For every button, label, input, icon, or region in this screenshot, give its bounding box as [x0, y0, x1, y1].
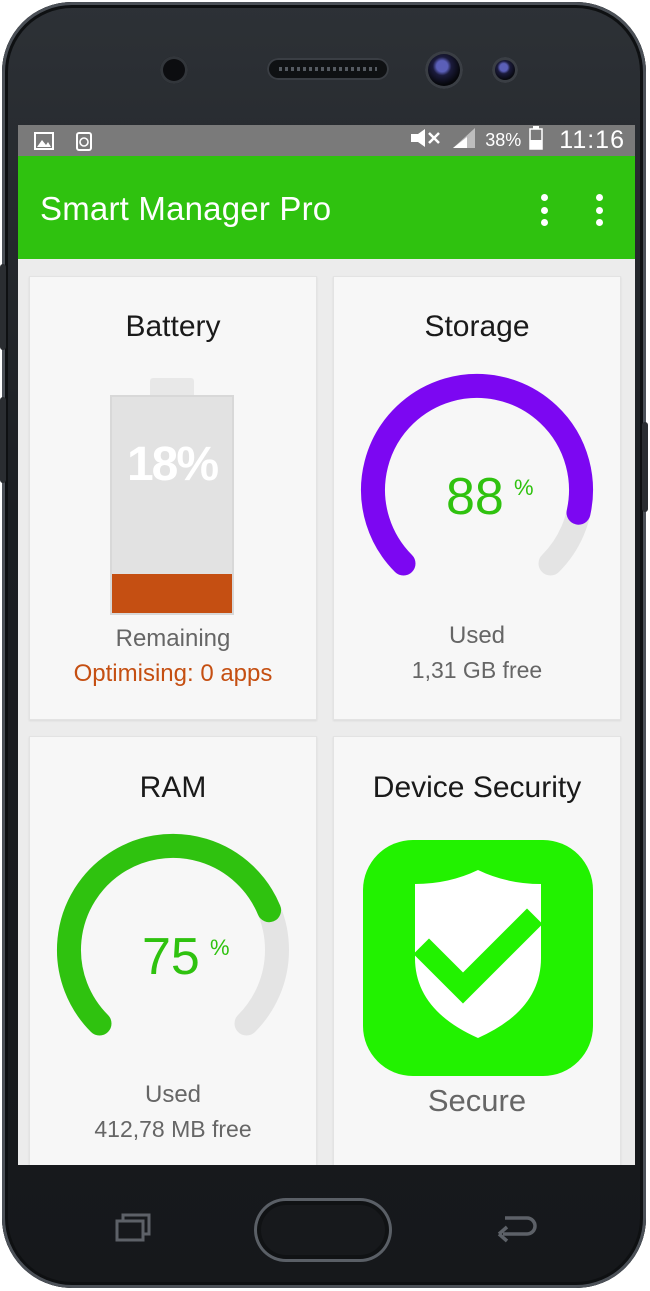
storage-value: 88 — [446, 468, 504, 526]
status-bar: 38% 11:16 — [18, 125, 635, 156]
overflow-menu-icon[interactable] — [534, 192, 554, 228]
storage-unit: % — [514, 475, 534, 500]
card-title: Battery — [125, 310, 221, 343]
mute-icon — [409, 127, 443, 154]
ram-unit: % — [210, 935, 230, 960]
recent-apps-icon[interactable] — [114, 1212, 152, 1247]
screen: 38% 11:16 Smart Manager Pro Battery 18% … — [18, 125, 635, 1165]
battery-graphic: 18% — [110, 395, 234, 615]
proximity-sensor — [160, 56, 188, 84]
overflow-menu-icon[interactable] — [589, 192, 609, 228]
battery-icon — [529, 126, 544, 155]
card-title: Device Security — [372, 771, 582, 804]
battery-level-fill — [112, 574, 232, 613]
battery-percent: 38% — [485, 130, 522, 150]
storage-free: 1,31 GB free — [411, 657, 543, 683]
battery-card[interactable]: Battery 18% Remaining Optimising: 0 apps — [29, 276, 317, 720]
shield-check-icon — [363, 840, 593, 1076]
ram-card[interactable]: RAM 75 % Used 412,78 MB free — [29, 736, 317, 1165]
power-button — [642, 422, 648, 512]
app-bar: Smart Manager Pro — [18, 156, 635, 259]
device-security-card[interactable]: Device Security Secure — [333, 736, 621, 1165]
signal-icon — [451, 127, 477, 154]
app-title: Smart Manager Pro — [40, 190, 332, 227]
bixby-button — [0, 397, 6, 483]
ram-free: 412,78 MB free — [94, 1116, 252, 1142]
ram-label: Used — [144, 1081, 202, 1108]
card-title: RAM — [139, 771, 207, 804]
volume-button — [0, 264, 6, 350]
battery-status: Remaining — [115, 625, 231, 652]
front-camera — [425, 51, 463, 89]
home-key[interactable] — [254, 1198, 392, 1262]
clock: 11:16 — [559, 126, 625, 154]
back-icon[interactable] — [497, 1212, 537, 1249]
ram-value: 75 — [142, 928, 200, 986]
optimising-status: Optimising: 0 apps — [73, 660, 273, 687]
card-title: Storage — [424, 310, 530, 343]
iris-sensor — [492, 57, 518, 83]
storage-card[interactable]: Storage 88 % Used 1,31 GB free — [333, 276, 621, 720]
battery-cap — [150, 378, 194, 395]
battery-level: 18% — [126, 438, 219, 491]
recycle-notification-icon — [74, 131, 94, 151]
gallery-notification-icon — [34, 131, 54, 151]
earpiece-speaker — [267, 58, 389, 80]
storage-label: Used — [448, 622, 506, 649]
security-status: Secure — [427, 1083, 527, 1118]
